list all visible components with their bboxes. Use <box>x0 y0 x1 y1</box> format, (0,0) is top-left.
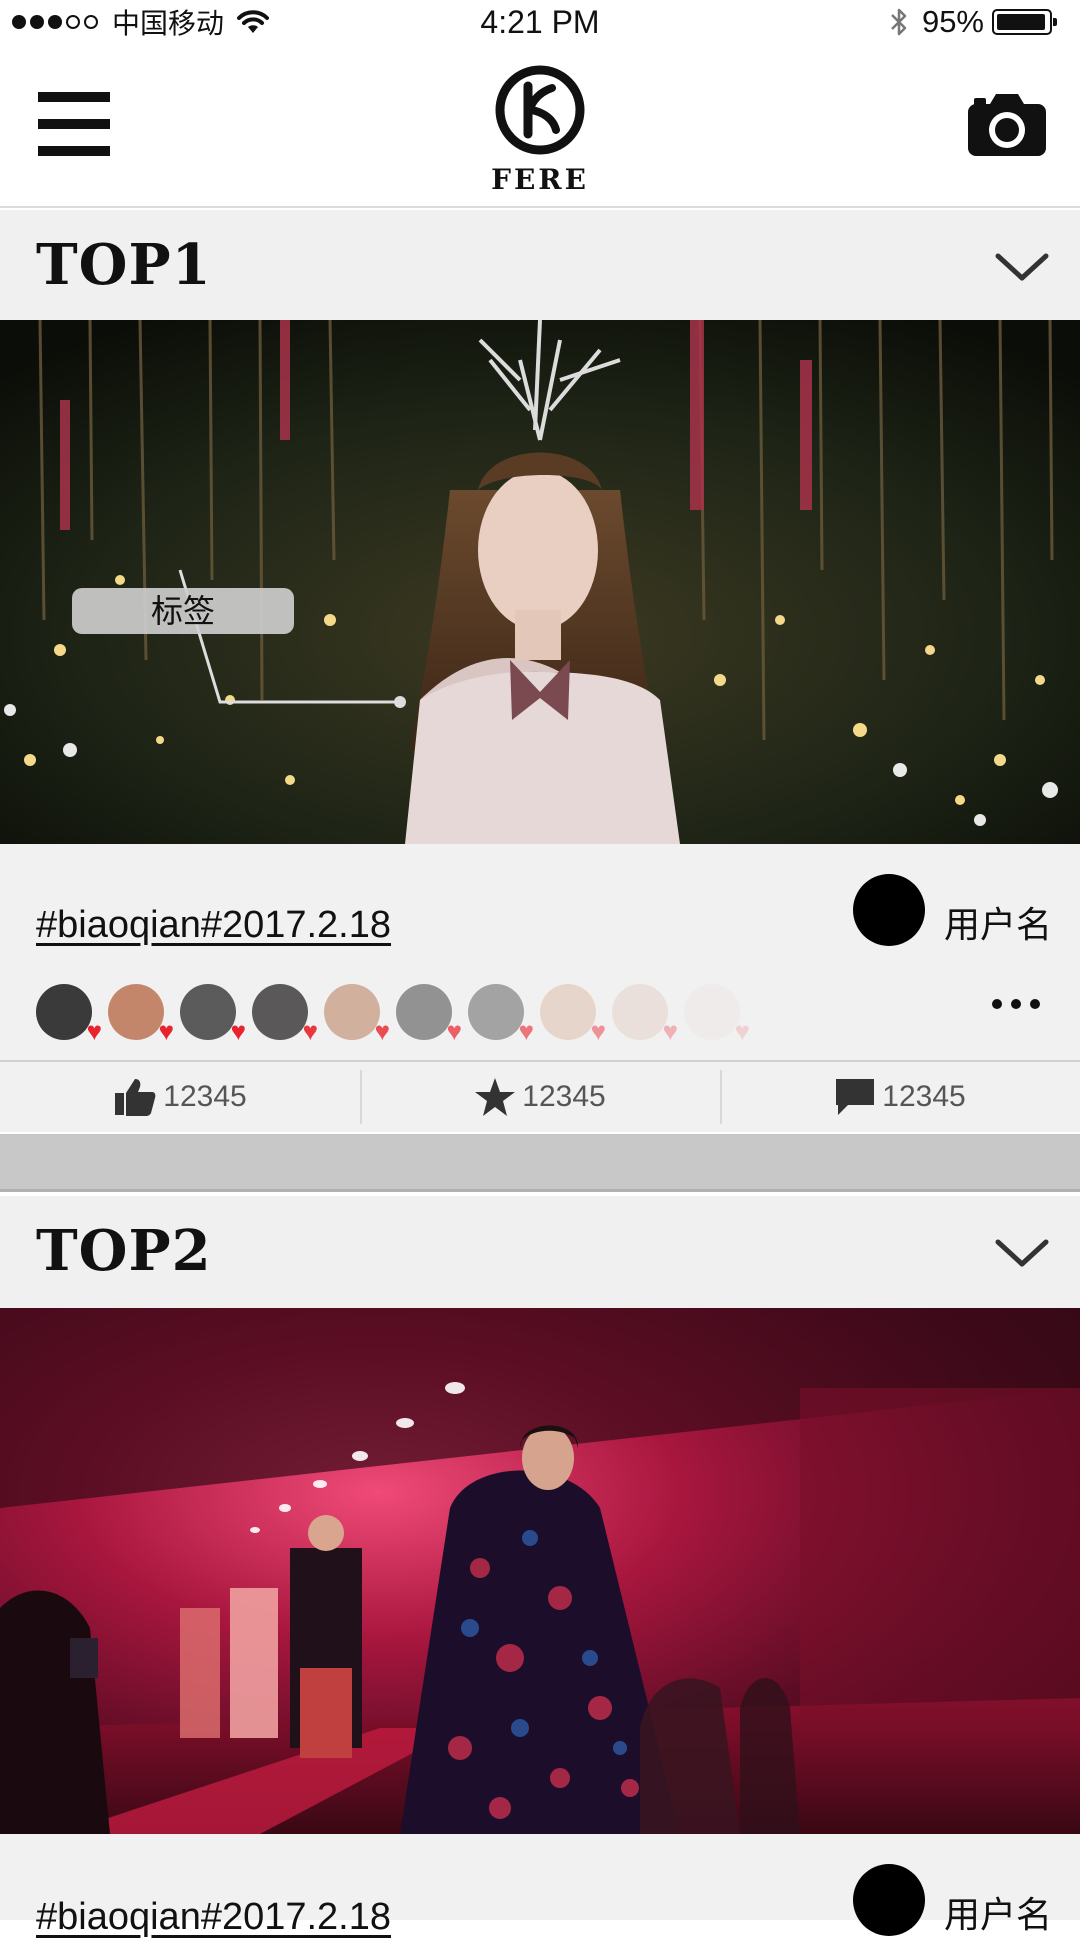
post-hashtag[interactable]: #biaoqian#2017.2.18 <box>36 904 391 947</box>
hamburger-menu-icon[interactable] <box>38 92 110 156</box>
avatar[interactable] <box>853 1864 925 1936</box>
post-info: #biaoqian#2017.2.18 用户名 <box>0 1834 1080 1938</box>
status-bar: 中国移动 4:21 PM 95% <box>0 0 1080 44</box>
battery-tip <box>1053 18 1057 26</box>
liker-avatar[interactable]: ♥ <box>540 984 606 1044</box>
logo-mark-icon <box>495 65 585 155</box>
post-photo[interactable] <box>0 1308 1080 1834</box>
liker-avatar[interactable]: ♥ <box>612 984 678 1044</box>
star-icon <box>475 1078 516 1116</box>
photo-tag-label[interactable]: 标签 <box>72 588 294 634</box>
post-header: TOP2 <box>0 1196 1080 1308</box>
post-photo[interactable]: 标签 <box>0 320 1080 844</box>
heart-icon: ♥ <box>302 1016 318 1046</box>
heart-icon: ♥ <box>734 1016 750 1046</box>
heart-icon: ♥ <box>590 1016 606 1046</box>
heart-icon: ♥ <box>158 1016 174 1046</box>
liker-avatars[interactable]: ♥ ♥ ♥ ♥ ♥ ♥ ♥ ♥ ♥ ♥ <box>36 984 756 1044</box>
post-header: TOP1 <box>0 210 1080 320</box>
battery-percent: 95% <box>921 4 984 39</box>
post-hashtag[interactable]: #biaoqian#2017.2.18 <box>36 1896 391 1939</box>
post-info: #biaoqian#2017.2.18 用户名 ♥ ♥ ♥ ♥ ♥ ♥ ♥ ♥ … <box>0 844 1080 1060</box>
battery-icon <box>992 9 1057 35</box>
thumbs-up-icon <box>115 1079 156 1116</box>
status-right: 95% <box>890 2 1057 42</box>
heart-icon: ♥ <box>446 1016 462 1046</box>
post-separator <box>0 1134 1080 1192</box>
username[interactable]: 用户名 <box>944 896 1052 948</box>
runway-photo-red <box>0 1308 1080 1834</box>
post-rank-title: TOP1 <box>36 232 212 298</box>
comment-button[interactable]: 12345 <box>720 1062 1080 1132</box>
comment-icon <box>836 1079 875 1115</box>
heart-icon: ♥ <box>662 1016 678 1046</box>
liker-avatar[interactable]: ♥ <box>36 984 102 1044</box>
post-actions: 12345 12345 12345 <box>0 1060 1080 1132</box>
post-rank-title: TOP2 <box>36 1218 212 1284</box>
favorite-count: 12345 <box>522 1080 606 1113</box>
liker-avatar[interactable]: ♥ <box>324 984 390 1044</box>
heart-icon: ♥ <box>518 1016 534 1046</box>
heart-icon: ♥ <box>230 1016 246 1046</box>
navigation-bar: FERE <box>0 44 1080 208</box>
like-button[interactable]: 12345 <box>0 1062 360 1132</box>
heart-icon: ♥ <box>374 1016 390 1046</box>
camera-icon[interactable] <box>966 90 1048 158</box>
liker-avatar[interactable]: ♥ <box>468 984 534 1044</box>
app-logo[interactable]: FERE <box>480 64 600 196</box>
liker-avatar[interactable]: ♥ <box>684 984 750 1044</box>
liker-avatar[interactable]: ♥ <box>180 984 246 1044</box>
logo-text: FERE <box>491 163 589 196</box>
comment-count: 12345 <box>882 1080 966 1113</box>
heart-icon: ♥ <box>86 1016 102 1046</box>
like-count: 12345 <box>163 1080 247 1113</box>
username[interactable]: 用户名 <box>944 1886 1052 1938</box>
runway-photo-forest <box>0 320 1080 844</box>
chevron-down-icon[interactable] <box>992 1226 1052 1278</box>
battery-level <box>997 14 1045 30</box>
liker-avatar[interactable]: ♥ <box>252 984 318 1044</box>
liker-avatar[interactable]: ♥ <box>396 984 462 1044</box>
more-options-icon[interactable] <box>992 994 1040 1014</box>
avatar[interactable] <box>853 874 925 946</box>
bluetooth-icon <box>891 8 907 36</box>
chevron-down-icon[interactable] <box>992 240 1052 292</box>
favorite-button[interactable]: 12345 <box>360 1062 720 1132</box>
liker-avatar[interactable]: ♥ <box>108 984 174 1044</box>
